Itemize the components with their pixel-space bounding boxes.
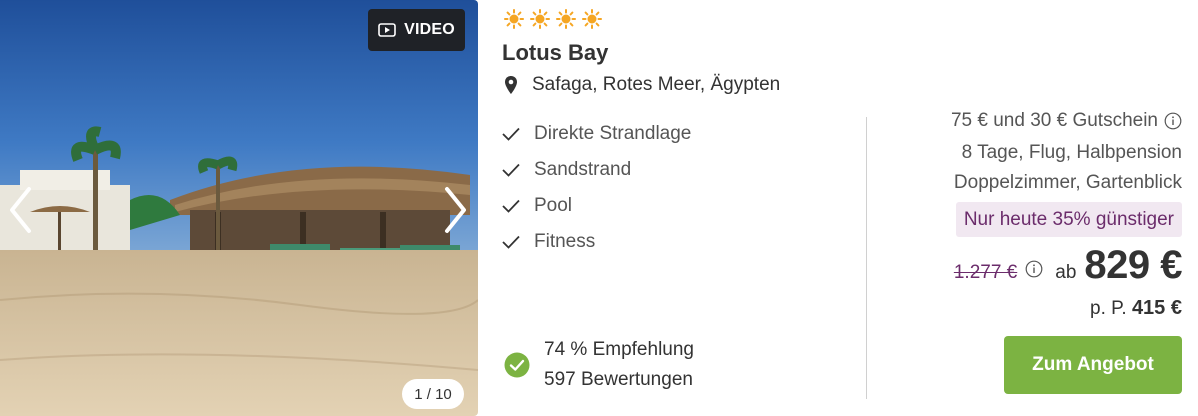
total-price: 829 € bbox=[1084, 243, 1182, 287]
video-button[interactable]: VIDEO bbox=[368, 9, 465, 51]
hotel-location: Safaga, Rotes Meer, Ägypten bbox=[504, 74, 780, 96]
info-icon[interactable] bbox=[1025, 260, 1043, 278]
check-circle-icon bbox=[504, 352, 530, 378]
list-item: Direkte Strandlage bbox=[502, 116, 691, 152]
recommendation-summary[interactable]: 74 % Empfehlung 597 Bewertungen bbox=[504, 337, 694, 393]
room-type: Doppelzimmer, Gartenblick bbox=[953, 172, 1182, 193]
column-divider bbox=[866, 117, 867, 399]
review-count[interactable]: 597 Bewertungen bbox=[544, 367, 694, 393]
chevron-right-icon bbox=[445, 187, 466, 233]
per-person-price-row: p. P. 415 € bbox=[1090, 297, 1182, 320]
trip-details: 8 Tage, Flug, Halbpension Doppelzimmer, … bbox=[954, 138, 1182, 198]
checkmark-icon bbox=[502, 199, 520, 213]
list-item: Sandstrand bbox=[502, 152, 691, 188]
video-label: VIDEO bbox=[404, 21, 455, 38]
sun-star-icon bbox=[582, 9, 602, 29]
info-icon[interactable] bbox=[1164, 112, 1182, 130]
list-item: Pool bbox=[502, 188, 691, 224]
list-item: Fitness bbox=[502, 224, 691, 260]
recommendation-rate: 74 % Empfehlung bbox=[544, 339, 694, 360]
map-pin-icon bbox=[505, 76, 517, 94]
old-price: 1.277 € bbox=[953, 262, 1018, 283]
sun-star-icon bbox=[530, 9, 550, 29]
next-image-button[interactable] bbox=[436, 182, 476, 238]
hotel-offer-card: VIDEO 1 / 10 Lotus Bay Safaga, Rotes Mee… bbox=[0, 0, 1198, 416]
price-from-label: ab bbox=[1055, 262, 1077, 283]
checkmark-icon bbox=[502, 127, 520, 141]
feature-label: Pool bbox=[534, 195, 573, 216]
hotel-star-rating bbox=[504, 9, 602, 29]
feature-label: Direkte Strandlage bbox=[534, 123, 692, 144]
sun-star-icon bbox=[556, 9, 576, 29]
voucher-info: 75 € und 30 € Gutschein bbox=[951, 110, 1182, 132]
location-text: Safaga, Rotes Meer, Ägypten bbox=[532, 74, 781, 95]
feature-label: Fitness bbox=[534, 231, 596, 252]
image-counter: 1 / 10 bbox=[402, 379, 464, 409]
feature-label: Sandstrand bbox=[534, 159, 632, 180]
per-person-price: 415 € bbox=[1131, 297, 1182, 319]
view-offer-button[interactable]: Zum Angebot bbox=[1004, 336, 1182, 394]
hotel-name[interactable]: Lotus Bay bbox=[502, 40, 608, 66]
per-person-label: p. P. bbox=[1090, 298, 1127, 319]
chevron-left-icon bbox=[10, 187, 31, 233]
price-row: 1.277 € ab 829 € bbox=[953, 243, 1183, 288]
voucher-text: 75 € und 30 € Gutschein bbox=[950, 110, 1158, 131]
sun-star-icon bbox=[504, 9, 524, 29]
trip-duration-board: 8 Tage, Flug, Halbpension bbox=[961, 142, 1182, 163]
hotel-beach-photo bbox=[0, 0, 478, 416]
checkmark-icon bbox=[502, 235, 520, 249]
feature-list: Direkte Strandlage Sandstrand Pool Fitne… bbox=[502, 116, 691, 260]
play-icon bbox=[378, 23, 396, 37]
hotel-image-gallery[interactable]: VIDEO 1 / 10 bbox=[0, 0, 478, 416]
previous-image-button[interactable] bbox=[0, 182, 40, 238]
checkmark-icon bbox=[502, 163, 520, 177]
deal-badge: Nur heute 35% günstiger bbox=[955, 202, 1182, 237]
